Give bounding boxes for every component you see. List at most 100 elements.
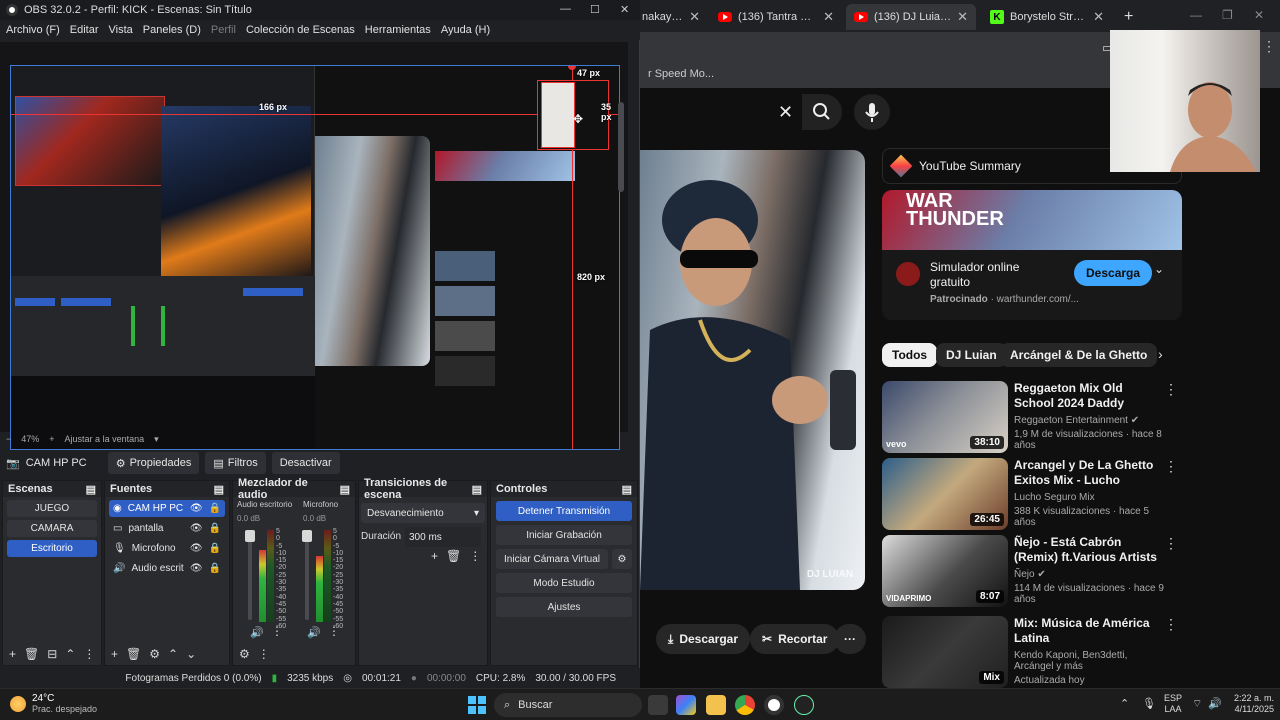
close-icon[interactable]: ✕ xyxy=(1093,9,1104,25)
deactivate-button[interactable]: Desactivar xyxy=(271,452,340,474)
lock-icon[interactable]: 🔒 xyxy=(209,543,221,554)
new-tab-button[interactable]: + xyxy=(1116,4,1140,30)
windows-start-icon[interactable] xyxy=(468,696,486,714)
more-options-icon[interactable]: ⋮ xyxy=(1164,535,1178,552)
video-title[interactable]: Ñejo - Está Cabrón (Remix) ft.Various Ar… xyxy=(1014,535,1164,565)
video-title[interactable]: Arcangel y De La Ghetto Exitos Mix - Luc… xyxy=(1014,458,1164,488)
video-thumbnail[interactable]: 26:45 xyxy=(882,458,1008,530)
scene-camara[interactable]: CAMARA xyxy=(7,520,97,537)
close-window-icon[interactable]: ✕ xyxy=(1254,8,1264,22)
volume-slider-desktop[interactable] xyxy=(245,530,255,620)
trash-icon[interactable]: 🗑 xyxy=(126,647,141,661)
eye-icon[interactable]: 👁 xyxy=(190,523,203,534)
chevron-up-icon[interactable]: ⌃ xyxy=(65,647,75,661)
video-title[interactable]: Reggaeton Mix Old School 2024 Daddy Yank… xyxy=(1014,381,1164,411)
menu-vista[interactable]: Vista xyxy=(109,24,133,36)
add-icon[interactable]: + xyxy=(431,549,438,563)
kebab-icon[interactable]: ⋮ xyxy=(258,647,270,661)
speaker-icon[interactable]: 🔊 xyxy=(250,626,264,639)
list-item[interactable]: vevo 38:10 Reggaeton Mix Old School 2024… xyxy=(882,381,1182,453)
chevron-down-icon[interactable]: ⌄ xyxy=(1154,262,1164,276)
video-player[interactable]: DJ LUIAN xyxy=(640,150,865,590)
transition-select[interactable]: Desvanecimiento ▾ xyxy=(361,503,485,523)
zoom-in-icon[interactable]: + xyxy=(49,434,54,444)
kebab-icon[interactable]: ⋮ xyxy=(83,647,95,661)
settings-button[interactable]: Ajustes xyxy=(496,597,632,617)
more-options-icon[interactable]: ⋮ xyxy=(1164,616,1178,633)
trash-icon[interactable]: 🗑 xyxy=(24,647,39,661)
eye-icon[interactable]: 👁 xyxy=(190,503,203,514)
chevron-down-icon[interactable]: ⌄ xyxy=(186,647,196,661)
dock-menu-icon[interactable]: ▤ xyxy=(622,483,632,496)
more-options-icon[interactable]: ⋮ xyxy=(1164,381,1178,398)
kebab-icon[interactable]: ⋮ xyxy=(469,549,481,563)
lock-icon[interactable]: 🔒 xyxy=(209,503,221,514)
search-button[interactable] xyxy=(802,94,842,130)
video-thumbnail[interactable]: Mix xyxy=(882,616,1008,688)
preview-scrollbar[interactable] xyxy=(618,102,624,192)
slider-knob[interactable] xyxy=(245,530,255,542)
add-icon[interactable]: + xyxy=(9,647,16,661)
clear-search-icon[interactable]: ✕ xyxy=(778,102,793,123)
chevron-up-icon[interactable]: ⌃ xyxy=(1120,697,1129,710)
task-view-icon[interactable] xyxy=(648,695,668,715)
duration-input[interactable]: 300 ms xyxy=(405,527,481,547)
filters-button[interactable]: ▤ Filtros xyxy=(205,452,266,474)
ad-download-button[interactable]: Descarga xyxy=(1074,260,1153,286)
close-icon[interactable]: ✕ xyxy=(823,9,834,25)
chrome-icon[interactable] xyxy=(735,695,755,715)
tab-tantra[interactable]: (136) Tantra Online E ✕ xyxy=(710,4,842,30)
chip-dj-luian[interactable]: DJ Luian xyxy=(936,343,1007,367)
volume-icon[interactable]: 🔊 xyxy=(1208,697,1222,710)
source-microfono[interactable]: 🎙 Microfono 👁 🔒 xyxy=(109,540,225,557)
chip-todos[interactable]: Todos xyxy=(882,343,938,367)
minimize-icon[interactable]: — xyxy=(560,3,571,15)
gear-icon[interactable]: ⚙ xyxy=(149,647,160,661)
channel-name[interactable]: Lucho Seguro Mix xyxy=(1014,492,1164,503)
kebab-icon[interactable]: ⋮ xyxy=(328,624,340,638)
studio-mode-button[interactable]: Modo Estudio xyxy=(496,573,632,593)
source-cam-hp-pc[interactable]: ◉ CAM HP PC 👁 🔒 xyxy=(109,500,225,517)
channel-name[interactable]: Ñejo ✔ xyxy=(1014,569,1164,580)
maximize-icon[interactable]: ❐ xyxy=(1222,8,1233,22)
properties-button[interactable]: ⚙ Propiedades xyxy=(107,452,200,474)
bookmark-item[interactable]: r Speed Mo... xyxy=(648,68,714,80)
video-thumbnail[interactable]: vevo 38:10 xyxy=(882,381,1008,453)
source-pantalla[interactable]: ▭ pantalla 👁 🔒 xyxy=(109,520,225,537)
chevron-down-icon[interactable]: ▾ xyxy=(154,434,159,445)
network-icon[interactable]: ⌔ xyxy=(1192,697,1202,711)
menu-editar[interactable]: Editar xyxy=(70,24,99,36)
scene-juego[interactable]: JUEGO xyxy=(7,500,97,517)
close-icon[interactable]: ✕ xyxy=(689,9,700,25)
download-button[interactable]: ⤓ Descargar xyxy=(656,624,751,654)
channel-name[interactable]: Kendo Kaponi, Ben3detti, Arcángel y más xyxy=(1014,650,1164,672)
volume-slider-mic[interactable] xyxy=(302,530,312,620)
mic-icon[interactable]: 🎙 xyxy=(1142,697,1156,710)
menu-perfil[interactable]: Perfil xyxy=(211,24,236,36)
preview-area[interactable]: 47 px 35 px 820 px 166 px ✥ xyxy=(0,42,628,450)
ad-banner[interactable]: WAR THUNDER xyxy=(882,190,1182,250)
dock-menu-icon[interactable]: ▤ xyxy=(472,483,482,496)
trash-icon[interactable]: 🗑 xyxy=(446,549,461,563)
menu-herramientas[interactable]: Herramientas xyxy=(365,24,431,36)
channel-name[interactable]: Reggaeton Entertainment ✔ xyxy=(1014,415,1164,426)
list-item[interactable]: VIDAPRIMO 8:07 Ñejo - Está Cabrón (Remix… xyxy=(882,535,1182,607)
zoom-out-icon[interactable]: − xyxy=(6,434,11,444)
minimize-icon[interactable]: — xyxy=(1190,8,1202,22)
eye-icon[interactable]: 👁 xyxy=(190,543,203,554)
tab-nakayuda[interactable]: nakayuda ✕ xyxy=(634,4,708,30)
file-explorer-icon[interactable] xyxy=(706,695,726,715)
start-virtual-camera-button[interactable]: Iniciar Cámara Virtual xyxy=(496,549,608,569)
taskbar-search[interactable]: ⌕ Buscar xyxy=(494,693,642,717)
scene-escritorio[interactable]: Escritorio xyxy=(7,540,97,557)
more-options-icon[interactable]: ⋮ xyxy=(1164,458,1178,475)
list-item[interactable]: 26:45 Arcangel y De La Ghetto Exitos Mix… xyxy=(882,458,1182,530)
tab-dj-luian[interactable]: (136) DJ Luian - B ✕ xyxy=(846,4,976,30)
source-audio-escritorio[interactable]: 🔊Audio escritorio👁🔒 xyxy=(109,560,225,577)
stop-icon[interactable]: ⊟ xyxy=(47,647,57,661)
app-icon[interactable] xyxy=(794,695,814,715)
menu-ayuda[interactable]: Ayuda (H) xyxy=(441,24,490,36)
mixer-settings-icon[interactable]: ⚙ xyxy=(239,647,250,661)
gear-icon[interactable]: ⚙ xyxy=(612,549,632,569)
stop-streaming-button[interactable]: Detener Transmisión xyxy=(496,501,632,521)
